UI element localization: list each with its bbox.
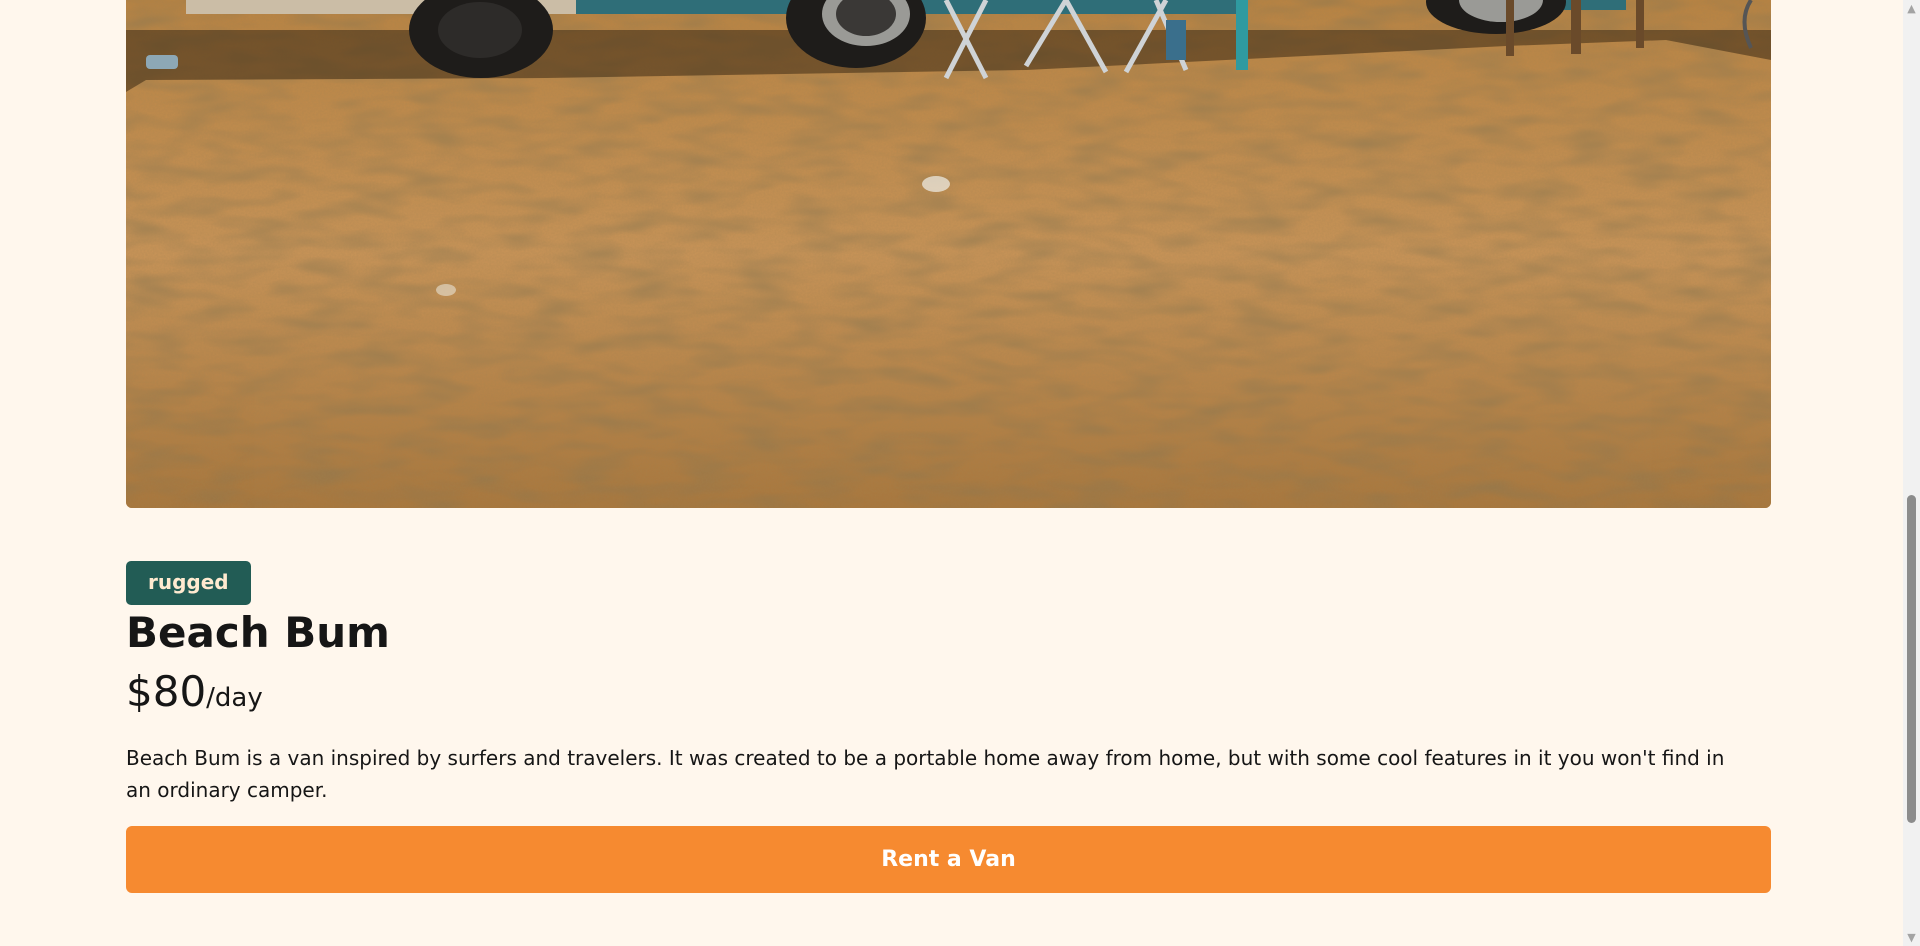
price-amount: $80 (126, 667, 207, 716)
van-details: rugged Beach Bum $80/day Beach Bum is a … (126, 561, 1771, 893)
van-description: Beach Bum is a van inspired by surfers a… (126, 746, 1725, 802)
price-unit: /day (206, 683, 263, 713)
van-detail-page: rugged Beach Bum $80/day Beach Bum is a … (0, 0, 1920, 946)
vertical-scrollbar[interactable]: ▲ ▼ (1903, 0, 1920, 946)
van-price: $80/day (126, 667, 1771, 726)
van-type-badge: rugged (126, 561, 251, 605)
van-name: Beach Bum (126, 608, 390, 657)
scrollbar-thumb[interactable] (1907, 495, 1916, 823)
triangle-up-icon[interactable]: ▲ (1903, 0, 1920, 17)
triangle-down-icon[interactable]: ▼ (1903, 929, 1920, 946)
van-photo-illustration (126, 0, 1771, 508)
rent-van-button[interactable]: Rent a Van (126, 826, 1771, 893)
van-photo (126, 0, 1771, 508)
